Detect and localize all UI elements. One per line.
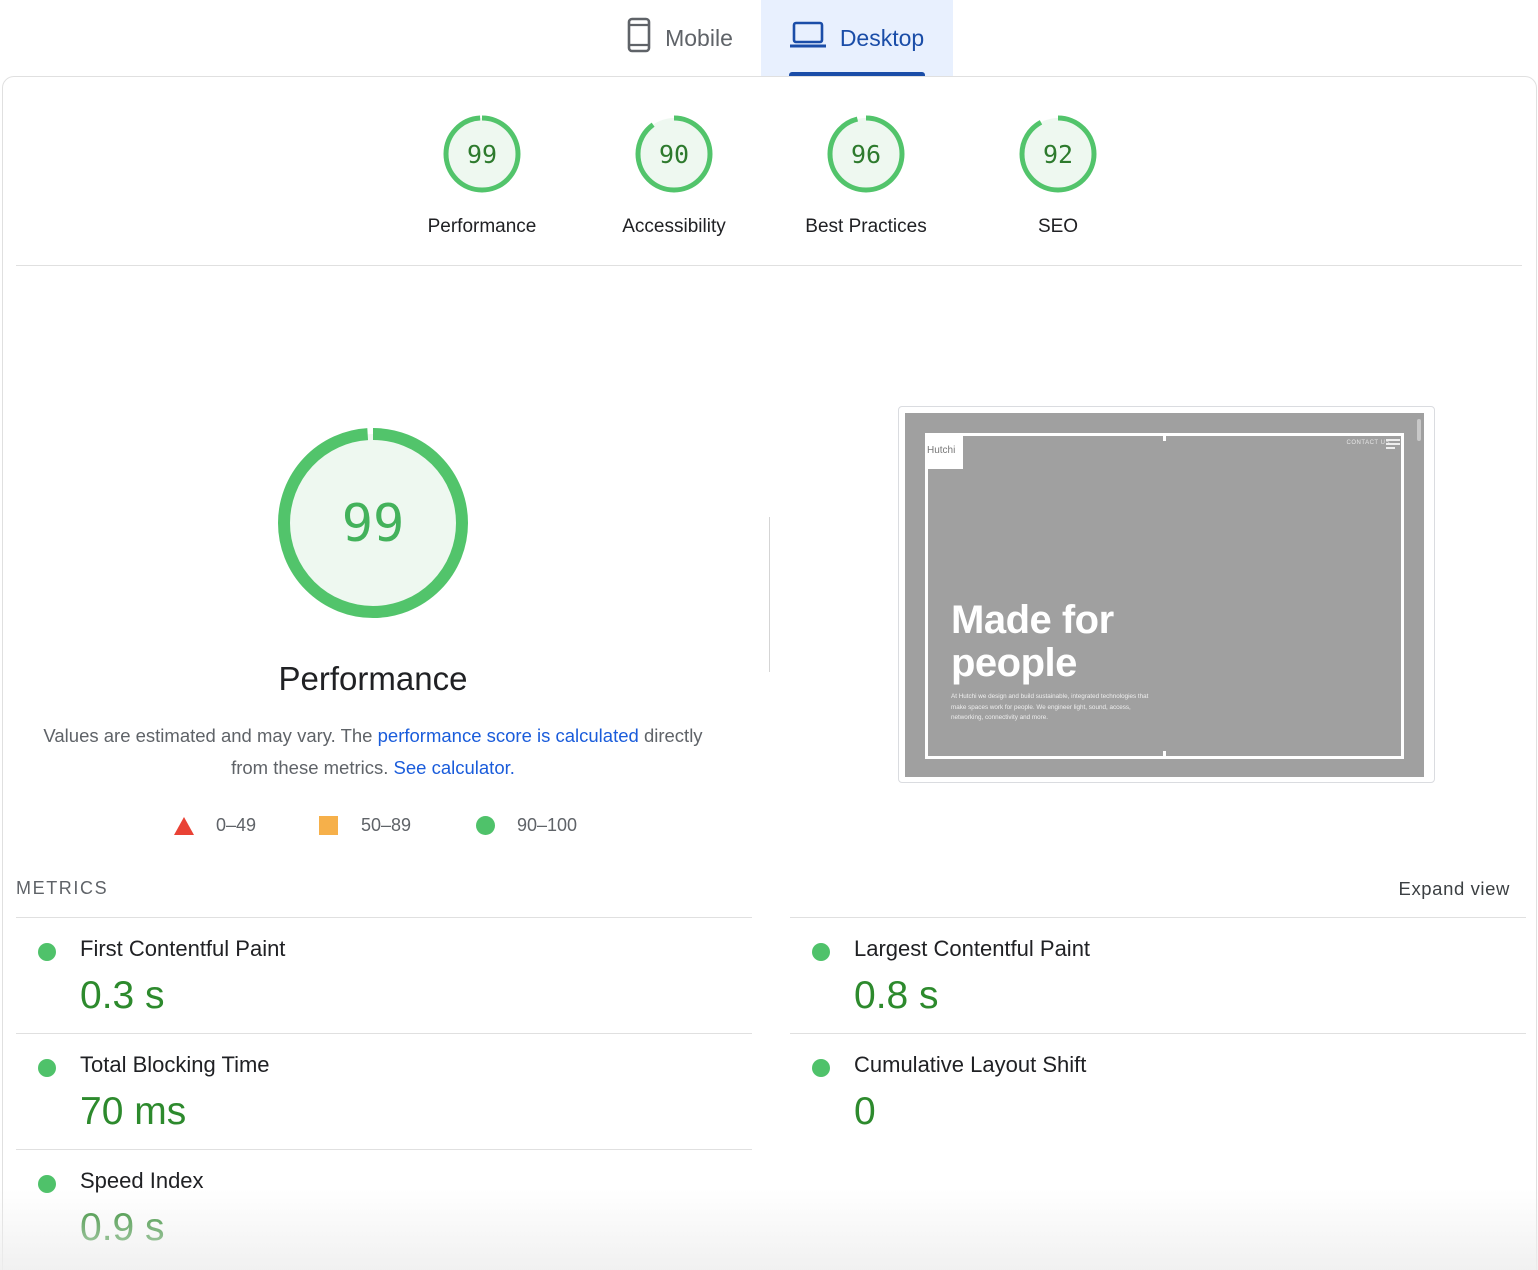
site-nav: CONTACT US — [1346, 440, 1390, 446]
pass-circle-icon — [38, 1059, 56, 1077]
gauge-label: Accessibility — [622, 216, 726, 237]
scrollbar — [1417, 419, 1421, 441]
smartphone-icon — [627, 17, 651, 59]
gauge-label: Best Practices — [805, 216, 927, 237]
gauge-score: 90 — [659, 140, 689, 169]
metrics-heading: METRICS — [16, 878, 109, 898]
pass-circle-icon — [812, 1059, 830, 1077]
gauge-ring: 90 — [635, 115, 713, 193]
tab-desktop[interactable]: Desktop — [761, 0, 953, 76]
metric-lcp: Largest Contentful Paint 0.8 s — [790, 917, 1526, 1033]
metric-si: Speed Index 0.9 s — [16, 1149, 752, 1265]
see-calculator-link[interactable]: See calculator. — [394, 757, 515, 778]
performance-description: Values are estimated and may vary. The p… — [43, 725, 703, 778]
gauge-accessibility[interactable]: 90 Accessibility — [584, 114, 764, 238]
score-legend: 0–49 50–89 90–100 — [0, 815, 760, 843]
metric-value: 0 — [854, 1090, 876, 1133]
gauge-best-practices[interactable]: 96 Best Practices — [776, 114, 956, 238]
performance-title: Performance — [278, 660, 468, 697]
metric-cls: Cumulative Layout Shift 0 — [790, 1033, 1526, 1149]
square-icon — [319, 816, 338, 835]
tab-mobile[interactable]: Mobile — [600, 0, 760, 76]
circle-icon — [476, 816, 495, 835]
tab-mobile-label: Mobile — [665, 24, 733, 51]
vertical-divider — [769, 517, 770, 672]
laptop-icon — [789, 21, 826, 55]
metric-name: Speed Index — [80, 1168, 204, 1193]
triangle-icon — [174, 816, 194, 835]
expand-view-button[interactable]: Expand view — [1399, 878, 1511, 900]
divider — [16, 265, 1522, 266]
gauge-score: 96 — [851, 140, 881, 169]
metric-value: 70 ms — [80, 1090, 187, 1133]
metric-value: 0.9 s — [80, 1206, 165, 1249]
metric-name: Largest Contentful Paint — [854, 936, 1091, 961]
legend-pass: 90–100 — [476, 815, 577, 836]
screenshot-image: Hutchi CONTACT US Made for people At Hut… — [905, 413, 1424, 777]
frame-tick — [1163, 751, 1166, 759]
gauge-label: SEO — [1037, 216, 1079, 237]
device-tabs: Mobile Desktop — [0, 0, 1538, 76]
final-screenshot[interactable]: Hutchi CONTACT US Made for people At Hut… — [898, 406, 1435, 783]
gauge-label: Performance — [427, 216, 537, 237]
legend-average: 50–89 — [319, 815, 411, 836]
gauge-ring: 99 — [443, 115, 521, 193]
site-logo: Hutchi — [925, 433, 963, 469]
metric-fcp: First Contentful Paint 0.3 s — [16, 917, 752, 1033]
metric-tbt: Total Blocking Time 70 ms — [16, 1033, 752, 1149]
gauge-score: 92 — [1043, 140, 1073, 169]
performance-score: 99 — [342, 494, 405, 554]
gauge-seo[interactable]: 92 SEO — [968, 114, 1148, 238]
tab-desktop-label: Desktop — [839, 24, 925, 51]
gauge-performance[interactable]: 99 Performance — [392, 114, 572, 238]
score-calculated-link[interactable]: performance score is calculated — [378, 725, 639, 746]
gauge-score: 99 — [467, 140, 497, 169]
metric-name: First Contentful Paint — [80, 936, 286, 961]
gauge-ring: 92 — [1019, 115, 1097, 193]
site-subtext: At Hutchi we design and build sustainabl… — [951, 693, 1149, 721]
legend-fail: 0–49 — [174, 815, 256, 836]
gauge-ring: 96 — [827, 115, 905, 193]
site-headline: Made for people — [951, 598, 1114, 685]
metric-value: 0.8 s — [854, 974, 939, 1017]
metric-name: Total Blocking Time — [80, 1052, 270, 1077]
metric-value: 0.3 s — [80, 974, 165, 1017]
pass-circle-icon — [812, 943, 830, 961]
hamburger-icon — [1386, 439, 1400, 451]
performance-gauge-large: 99 — [276, 426, 470, 625]
pass-circle-icon — [38, 943, 56, 961]
frame-tick — [1163, 433, 1166, 441]
pass-circle-icon — [38, 1175, 56, 1193]
metric-name: Cumulative Layout Shift — [854, 1052, 1087, 1077]
